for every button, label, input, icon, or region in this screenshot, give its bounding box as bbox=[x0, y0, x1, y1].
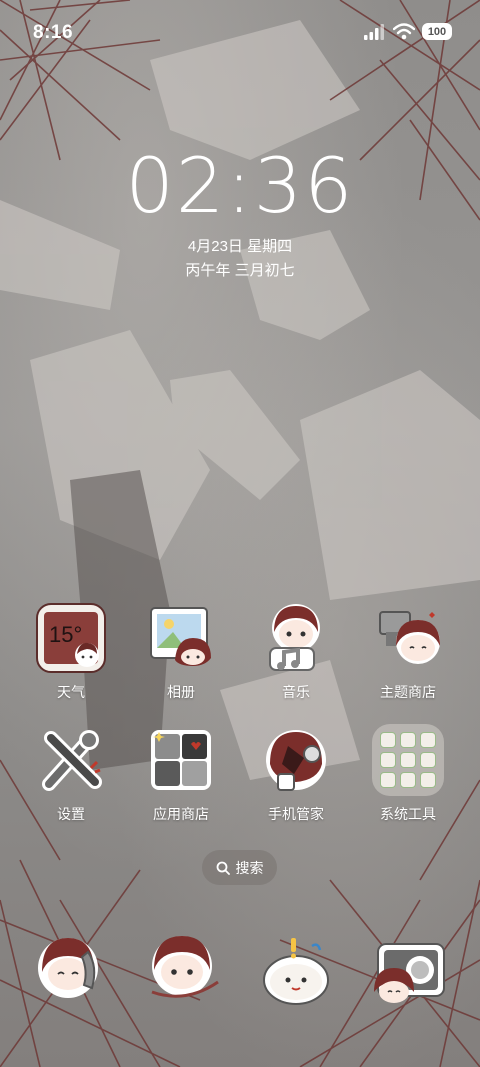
search-icon bbox=[216, 861, 230, 875]
app-phone-manager[interactable]: 手机管家 bbox=[246, 724, 346, 824]
app-label: 系统工具 bbox=[380, 806, 436, 822]
clock-date[interactable]: 4月23日 星期四 bbox=[0, 235, 480, 256]
app-theme-store[interactable]: 主题商店 bbox=[358, 602, 458, 702]
phone-manager-icon bbox=[260, 724, 332, 796]
status-icons: 100 bbox=[364, 23, 452, 40]
app-music[interactable]: 音乐 bbox=[246, 602, 346, 702]
clock-time[interactable]: 02:36 bbox=[0, 148, 480, 224]
app-label: 应用商店 bbox=[153, 806, 209, 822]
app-folder-system-tools[interactable]: 系统工具 bbox=[358, 724, 458, 824]
phone-icon bbox=[38, 938, 98, 998]
battery-indicator: 100 bbox=[422, 23, 452, 40]
weather-temp: 15° bbox=[49, 622, 83, 647]
app-label: 手机管家 bbox=[268, 806, 324, 822]
dock-phone[interactable] bbox=[34, 932, 110, 1008]
signal-icon bbox=[364, 23, 384, 40]
settings-icon bbox=[35, 724, 107, 796]
app-label: 相册 bbox=[167, 684, 195, 700]
app-label: 音乐 bbox=[282, 684, 310, 700]
gallery-icon bbox=[145, 602, 217, 674]
app-app-store[interactable]: 应用商店 bbox=[131, 724, 231, 824]
wifi-icon bbox=[393, 23, 415, 40]
status-time: 8:16 bbox=[33, 22, 74, 43]
search-button[interactable]: 搜索 bbox=[202, 850, 277, 885]
music-icon bbox=[260, 602, 332, 674]
app-weather[interactable]: 15° 天气 bbox=[21, 602, 121, 702]
search-label: 搜索 bbox=[235, 859, 264, 876]
weather-icon: 15° bbox=[35, 602, 107, 674]
dock-camera[interactable] bbox=[372, 932, 448, 1008]
app-label: 设置 bbox=[57, 806, 85, 822]
app-settings[interactable]: 设置 bbox=[21, 724, 121, 824]
clock-lunar-date: 丙午年 三月初七 bbox=[185, 262, 295, 279]
messages-icon bbox=[151, 936, 219, 998]
folder-icon bbox=[372, 724, 444, 796]
theme-store-icon bbox=[372, 602, 444, 674]
dock-browser[interactable] bbox=[258, 932, 334, 1008]
app-label: 主题商店 bbox=[380, 684, 436, 700]
camera-icon bbox=[374, 943, 445, 1003]
app-label: 天气 bbox=[57, 684, 85, 700]
browser-icon bbox=[263, 938, 329, 1005]
app-gallery[interactable]: 相册 bbox=[131, 602, 231, 702]
status-bar: 8:16 100 bbox=[0, 0, 480, 64]
app-store-icon bbox=[145, 724, 217, 796]
dock-messages[interactable] bbox=[146, 932, 222, 1008]
